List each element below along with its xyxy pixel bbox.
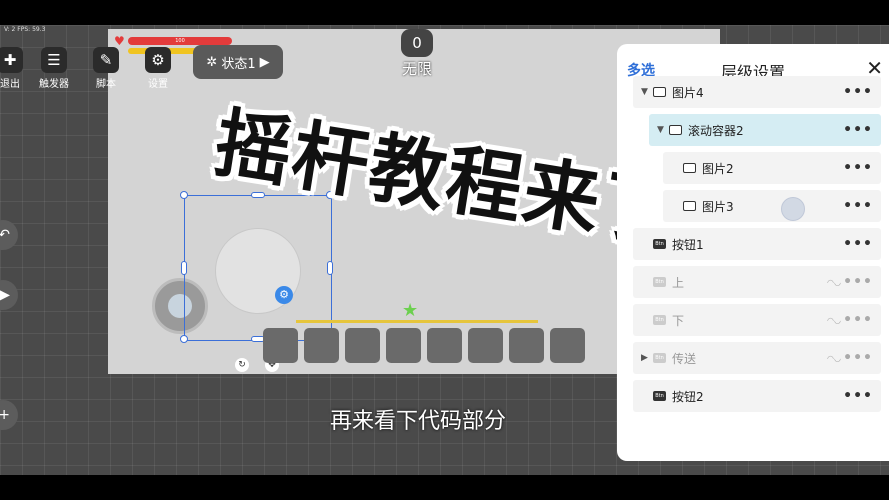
trigger-button[interactable]: ☰ 触发器 [32, 47, 76, 90]
exit-label: 退出 [0, 79, 20, 90]
layer-name: 按钮1 [672, 237, 704, 252]
button-layer-icon: Btn [653, 277, 666, 287]
layer-row[interactable]: Btn 上 ◠◡ ••• [633, 266, 881, 298]
layer-settings-panel: 多选 层级设置 ✕ ▼ 图片4 ••• ▼ 滚动容器2 ••• 图片2 ••• 图片3 ••• Bt… [617, 44, 889, 461]
inventory-slot[interactable] [304, 328, 339, 363]
chevron-icon[interactable]: ▼ [657, 125, 669, 135]
more-options-icon[interactable]: ••• [843, 84, 873, 100]
script-icon: ✎ [93, 47, 119, 73]
trigger-label: 触发器 [39, 79, 69, 90]
inventory-slot[interactable] [386, 328, 421, 363]
more-options-icon[interactable]: ••• [843, 350, 873, 366]
gear-badge-icon[interactable]: ⚙ [275, 286, 293, 304]
resize-handle-right[interactable] [327, 261, 333, 275]
layer-row[interactable]: ▼ 滚动容器2 ••• [649, 114, 881, 146]
inventory-slot[interactable] [509, 328, 544, 363]
counter-label: 无限 [401, 60, 432, 78]
layer-row[interactable]: 图片2 ••• [663, 152, 881, 184]
layer-name: 图片3 [702, 199, 734, 214]
resize-handle-left[interactable] [181, 261, 187, 275]
layer-name: 图片4 [672, 85, 704, 100]
script-button[interactable]: ✎ 脚本 [84, 47, 128, 90]
state-icon: ✲ [206, 54, 218, 70]
resize-handle-bl[interactable] [180, 335, 188, 343]
more-options-icon[interactable]: ••• [843, 388, 873, 404]
inventory-slot[interactable] [550, 328, 585, 363]
fps-readout: V: 2 FPS: 59.3 [4, 26, 46, 33]
image-layer-icon [683, 201, 696, 211]
exit-button[interactable]: ✚ 退出 [0, 47, 32, 90]
star-icon: ★ [402, 300, 419, 321]
button-layer-icon: Btn [653, 391, 666, 401]
layer-row[interactable]: Btn 按钮2 ••• [633, 380, 881, 412]
more-options-icon[interactable]: ••• [843, 312, 873, 328]
state-label: 状态1 [221, 56, 256, 72]
layer-name: 图片2 [702, 161, 734, 176]
heart-icon: ♥ [114, 34, 125, 48]
trigger-icon: ☰ [41, 47, 67, 73]
layer-name: 按钮2 [672, 389, 704, 404]
settings-label: 设置 [148, 79, 168, 90]
more-options-icon[interactable]: ••• [843, 122, 873, 138]
game-editor: V: 2 FPS: 59.3 ♥ 100 ✚ 退出 ☰ 触发器 ✎ 脚本 ⚙ 设… [0, 25, 889, 475]
chevron-icon[interactable]: ▼ [641, 87, 653, 97]
more-options-icon[interactable]: ••• [843, 274, 873, 290]
button-layer-icon: Btn [653, 239, 666, 249]
add-icon[interactable]: + [0, 400, 18, 430]
resize-handle-tl[interactable] [180, 191, 188, 199]
hp-bar: 100 [128, 37, 232, 45]
layer-name: 下 [672, 313, 685, 328]
hidden-eye-icon[interactable]: ◠◡ [827, 316, 841, 325]
layer-name: 上 [672, 275, 685, 290]
chevron-icon[interactable]: ▶ [641, 353, 653, 363]
inventory-slot[interactable] [263, 328, 298, 363]
state-selector-button[interactable]: ✲ 状态1 ▶ [193, 45, 283, 79]
layer-row[interactable]: Btn 下 ◠◡ ••• [633, 304, 881, 336]
layer-row[interactable]: Btn 按钮1 ••• [633, 228, 881, 260]
exit-icon: ✚ [0, 47, 23, 73]
layer-row[interactable]: 图片3 ••• [663, 190, 881, 222]
more-options-icon[interactable]: ••• [843, 160, 873, 176]
rotate-icon[interactable]: ↻ [235, 358, 249, 372]
video-subtitle: 再来看下代码部分 [329, 409, 506, 434]
inventory-slot[interactable] [468, 328, 503, 363]
undo-icon[interactable]: ↶ [0, 220, 18, 250]
hidden-eye-icon[interactable]: ◠◡ [827, 278, 841, 287]
touch-indicator [781, 197, 805, 221]
inventory-slot[interactable] [345, 328, 380, 363]
hidden-eye-icon[interactable]: ◠◡ [827, 354, 841, 363]
image-layer-icon [653, 87, 666, 97]
more-options-icon[interactable]: ••• [843, 198, 873, 214]
button-layer-icon: Btn [653, 353, 666, 363]
button-layer-icon: Btn [653, 315, 666, 325]
more-options-icon[interactable]: ••• [843, 236, 873, 252]
inventory-slot[interactable] [427, 328, 462, 363]
counter-badge: 0 [401, 29, 433, 57]
play-side-icon[interactable]: ▶ [0, 280, 18, 310]
settings-button[interactable]: ⚙ 设置 [136, 47, 180, 90]
gear-icon: ⚙ [145, 47, 171, 73]
play-icon: ▶ [259, 54, 270, 70]
layer-name: 滚动容器2 [688, 123, 744, 138]
layer-row[interactable]: ▼ 图片4 ••• [633, 76, 881, 108]
script-label: 脚本 [96, 79, 116, 90]
image-layer-icon [683, 163, 696, 173]
layer-name: 传送 [672, 351, 697, 366]
image-layer-icon [669, 125, 682, 135]
layer-row[interactable]: ▶ Btn 传送 ◠◡ ••• [633, 342, 881, 374]
